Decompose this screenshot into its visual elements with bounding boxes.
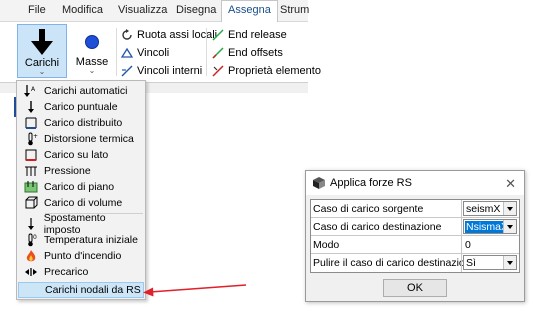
dropdown-arrow-icon[interactable] <box>503 220 516 233</box>
row-label: Caso di carico sorgente <box>313 203 424 215</box>
combo-value: Sì <box>466 257 476 269</box>
row-label: Pulire il caso di carico destinazione? <box>313 257 483 269</box>
field-value: 0 <box>465 239 471 251</box>
ok-button[interactable]: OK <box>383 279 447 297</box>
modo-field[interactable]: 0 <box>463 237 517 252</box>
caso-sorgente-combo[interactable]: seismX <box>463 201 517 216</box>
caso-destinazione-combo[interactable]: NsismaX <box>463 219 517 234</box>
parameters-grid: Caso di carico sorgente seismX Caso di c… <box>310 199 520 273</box>
grid-row-modo: Modo 0 <box>311 236 519 254</box>
applica-forze-rs-dialog: Applica forze RS ✕ Caso di carico sorgen… <box>305 170 525 302</box>
dropdown-arrow-icon[interactable] <box>503 256 516 269</box>
dropdown-arrow-icon[interactable] <box>503 202 516 215</box>
grid-row-caso-sorgente: Caso di carico sorgente seismX <box>311 200 519 218</box>
grid-row-pulire: Pulire il caso di carico destinazione? S… <box>311 254 519 272</box>
row-label: Caso di carico destinazione <box>313 221 442 233</box>
grid-row-caso-destinazione: Caso di carico destinazione NsismaX <box>311 218 519 236</box>
dialog-title-bar: Applica forze RS ✕ <box>306 171 524 195</box>
cube-icon <box>313 177 325 189</box>
row-label: Modo <box>313 239 340 251</box>
dialog-title: Applica forze RS <box>330 177 412 189</box>
pulire-combo[interactable]: Sì <box>463 255 517 270</box>
close-icon[interactable]: ✕ <box>505 176 516 192</box>
combo-value: seismX <box>466 203 501 215</box>
